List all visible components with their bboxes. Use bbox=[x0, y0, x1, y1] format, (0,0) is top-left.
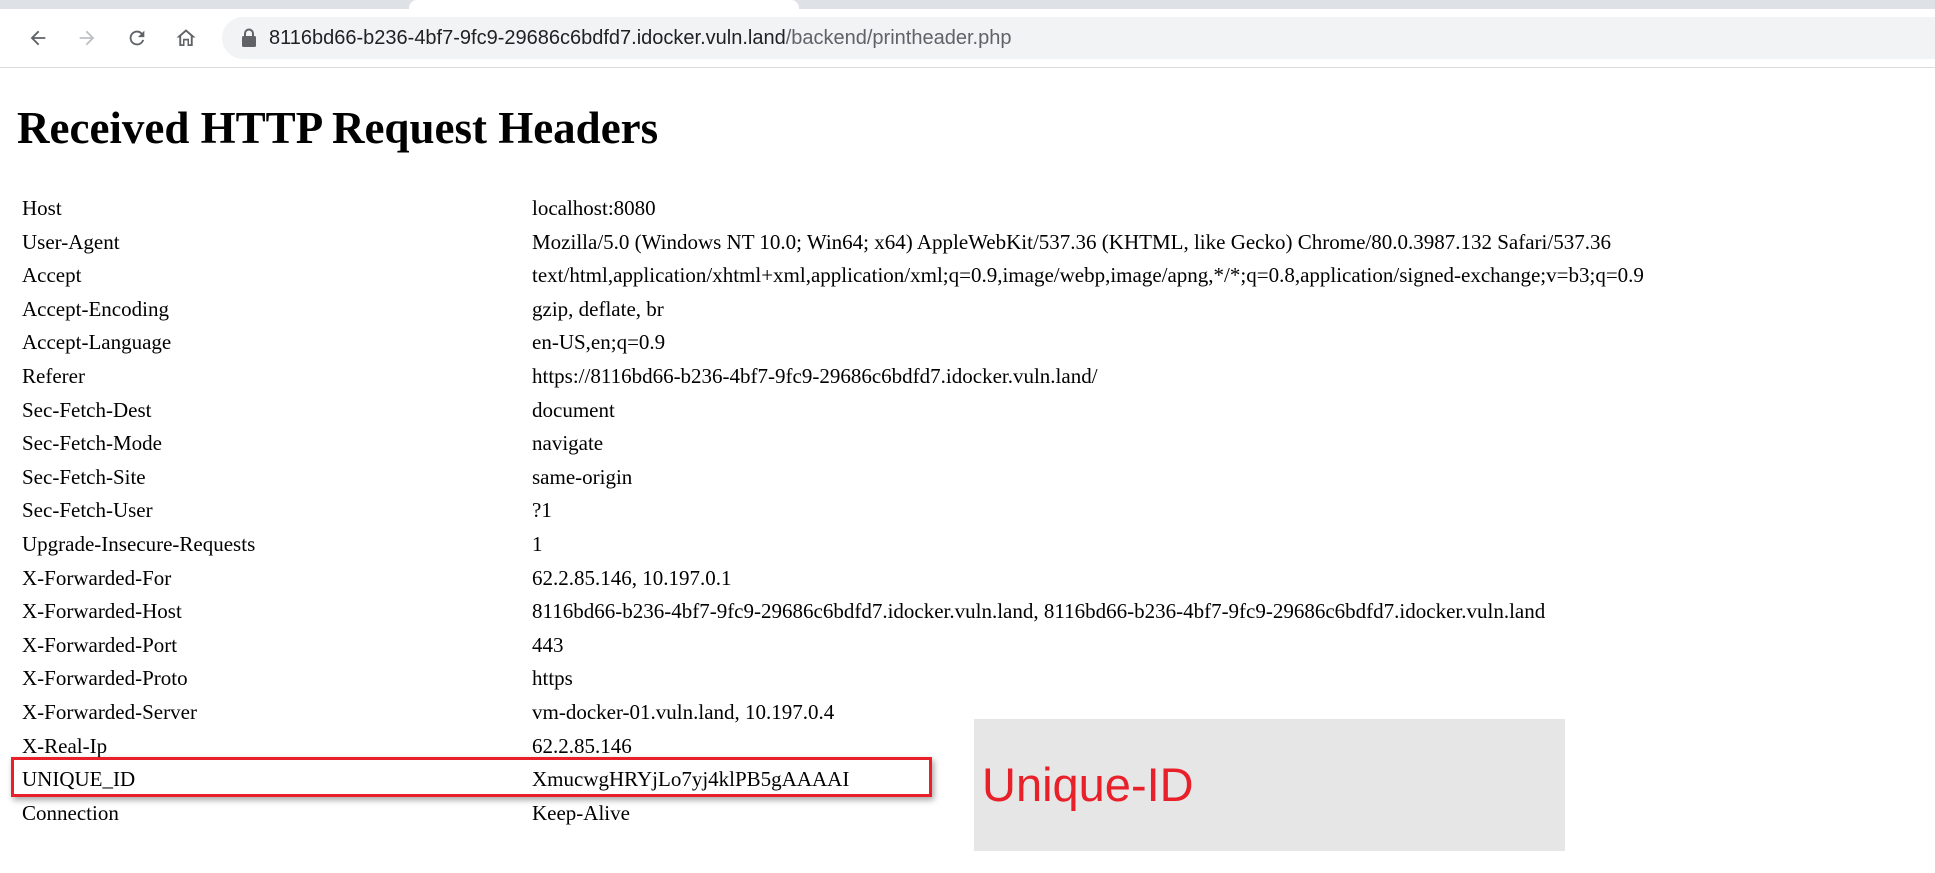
address-bar[interactable]: 8116bd66-b236-4bf7-9fc9-29686c6bdfd7.ido… bbox=[222, 17, 1935, 59]
header-name: User-Agent bbox=[22, 229, 120, 254]
forward-arrow-icon bbox=[76, 27, 98, 49]
page-title: Received HTTP Request Headers bbox=[17, 103, 659, 153]
browser-toolbar: 8116bd66-b236-4bf7-9fc9-29686c6bdfd7.ido… bbox=[0, 0, 1935, 68]
header-name: X-Real-Ip bbox=[22, 733, 108, 758]
header-name: Accept-Encoding bbox=[22, 296, 169, 321]
header-name: Sec-Fetch-Dest bbox=[22, 397, 152, 422]
header-name: Host bbox=[22, 196, 62, 220]
header-name: Referer bbox=[22, 363, 85, 388]
annotation-callout: Unique-ID bbox=[974, 719, 1565, 851]
header-value: same-origin bbox=[532, 464, 633, 489]
header-name: Connection bbox=[22, 800, 119, 825]
page-content: Received HTTP Request Headers Host localh… bbox=[0, 68, 1935, 873]
header-name: X-Forwarded-Port bbox=[22, 632, 178, 657]
active-tab[interactable] bbox=[409, 0, 799, 9]
header-value: en-US,en;q=0.9 bbox=[532, 330, 666, 355]
url-text[interactable]: 8116bd66-b236-4bf7-9fc9-29686c6bdfd7.ido… bbox=[269, 27, 1011, 50]
header-value: document bbox=[532, 397, 615, 422]
header-name: Accept-Language bbox=[22, 330, 172, 355]
header-value: vm-docker-01.vuln.land, 10.197.0.4 bbox=[532, 699, 835, 724]
header-value: Mozilla/5.0 (Windows NT 10.0; Win64; x64… bbox=[532, 229, 1611, 254]
header-value: ?1 bbox=[532, 498, 552, 523]
header-value: localhost:8080 bbox=[532, 196, 656, 220]
header-name: Sec-Fetch-Site bbox=[22, 464, 146, 489]
header-value: 62.2.85.146 bbox=[532, 733, 632, 758]
header-name: Sec-Fetch-User bbox=[22, 498, 153, 523]
header-name: X-Forwarded-For bbox=[22, 565, 172, 590]
header-value: text/html,application/xhtml+xml,applicat… bbox=[532, 263, 1644, 288]
tab-strip bbox=[0, 0, 1935, 9]
header-value: 8116bd66-b236-4bf7-9fc9-29686c6bdfd7.ido… bbox=[532, 599, 1546, 624]
forward-button[interactable] bbox=[70, 21, 104, 55]
header-name: Upgrade-Insecure-Requests bbox=[22, 531, 256, 556]
back-arrow-icon bbox=[27, 27, 49, 49]
url-host: 8116bd66-b236-4bf7-9fc9-29686c6bdfd7.ido… bbox=[269, 26, 786, 49]
home-icon bbox=[174, 26, 198, 50]
header-value: 443 bbox=[532, 632, 564, 657]
unique-id-highlight-box bbox=[11, 757, 932, 797]
header-name: X-Forwarded-Server bbox=[22, 699, 197, 724]
header-value: 1 bbox=[532, 531, 543, 556]
header-name: X-Forwarded-Host bbox=[22, 599, 182, 624]
header-name: Accept bbox=[22, 263, 82, 288]
reload-button[interactable] bbox=[120, 21, 154, 55]
lock-icon[interactable] bbox=[238, 27, 260, 49]
header-value: https://8116bd66-b236-4bf7-9fc9-29686c6b… bbox=[532, 363, 1098, 388]
header-name: X-Forwarded-Proto bbox=[22, 666, 188, 691]
url-path: /backend/printheader.php bbox=[785, 26, 1012, 49]
header-value: gzip, deflate, br bbox=[532, 296, 664, 321]
header-value: https bbox=[532, 666, 573, 691]
header-value: navigate bbox=[532, 431, 604, 456]
header-value: Keep-Alive bbox=[532, 800, 630, 825]
back-button[interactable] bbox=[21, 21, 55, 55]
header-value: 62.2.85.146, 10.197.0.1 bbox=[532, 565, 732, 590]
header-name: Sec-Fetch-Mode bbox=[22, 431, 162, 456]
reload-icon bbox=[126, 27, 148, 49]
home-button[interactable] bbox=[169, 21, 203, 55]
annotation-label: Unique-ID bbox=[982, 758, 1194, 811]
